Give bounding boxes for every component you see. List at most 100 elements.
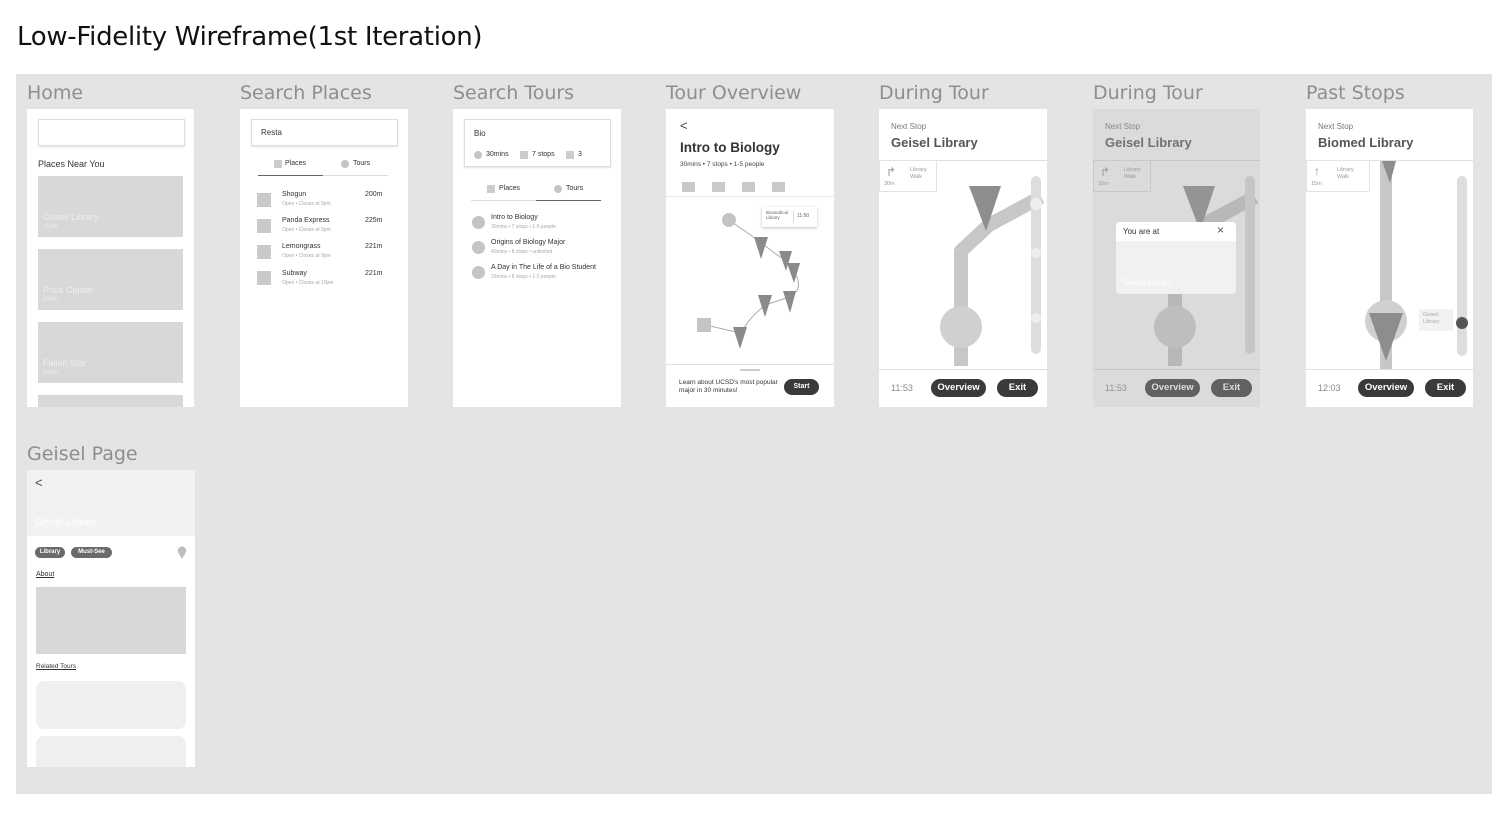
related-tour-card[interactable] — [36, 736, 186, 767]
stops-filter-icon — [520, 151, 528, 159]
result-name[interactable]: Lemongrass — [282, 243, 321, 250]
search-input[interactable]: Resta — [251, 119, 398, 146]
back-chevron-icon[interactable]: < — [35, 475, 43, 490]
turn-right-icon: ↱ — [886, 165, 897, 179]
place-card[interactable] — [38, 395, 183, 407]
result-thumbnail — [257, 245, 271, 259]
hero-title: Geisel Library — [35, 517, 97, 528]
stop-name: Geisel Library — [891, 135, 978, 150]
result-meta: Open • Closes at 9pm — [282, 253, 331, 259]
frame-label-during-tour: During Tour — [879, 82, 989, 104]
tour-description: Learn about UCSD's most popular major in… — [679, 379, 778, 394]
tour-title: Intro to Biology — [680, 140, 780, 155]
search-tours-frame: Bio 30mins 7 stops 3 Places Tours Intro … — [453, 109, 621, 407]
filter-duration[interactable]: 30mins — [486, 151, 509, 158]
tag-must-see[interactable]: Must-See — [71, 547, 112, 558]
search-box[interactable]: Bio 30mins 7 stops 3 — [464, 119, 611, 167]
exit-button[interactable]: Exit — [1425, 379, 1466, 397]
tour-result-name[interactable]: A Day in The Life of a Bio Student — [491, 264, 596, 271]
place-card-name: Geisel Library — [43, 212, 99, 222]
stop-popup[interactable]: Biomedical Library 11:50 — [762, 207, 817, 227]
current-time: 11:53 — [891, 383, 913, 393]
progress-stop — [1031, 248, 1041, 258]
geisel-page-frame: < Geisel Library Library Must-See About … — [27, 470, 195, 767]
tour-result-meta: 25mins • 8 stops • 1-2 people — [491, 274, 556, 280]
place-card-name: Price Center — [43, 285, 94, 295]
sheet-divider — [666, 364, 834, 365]
stop-popup-time: 11:50 — [797, 213, 810, 219]
filter-people[interactable]: 3 — [578, 151, 582, 158]
page-title: Low-Fidelity Wireframe(1st Iteration) — [17, 22, 483, 52]
result-distance: 221m — [365, 243, 383, 250]
result-thumbnail — [257, 271, 271, 285]
active-tab-underline — [536, 200, 601, 201]
stop-thumbnail[interactable] — [712, 182, 725, 192]
stop-thumbnail[interactable] — [772, 182, 785, 192]
direction-street: Library Walk — [1337, 167, 1354, 180]
tag-library[interactable]: Library — [35, 547, 65, 558]
navigation-map[interactable] — [1306, 161, 1473, 369]
stop-marker — [758, 295, 772, 317]
overview-button[interactable]: Overview — [931, 379, 986, 397]
progress-stop — [1030, 198, 1042, 210]
tour-result-name[interactable]: Intro to Biology — [491, 214, 538, 221]
place-card[interactable]: Fallen Star 400m — [38, 322, 183, 383]
result-distance: 225m — [365, 217, 383, 224]
tour-result-name[interactable]: Origins of Biology Major — [491, 239, 565, 246]
during-tour-modal-frame: Next Stop Geisel Library ↱ Library Walk … — [1093, 109, 1260, 407]
direction-distance: 15m — [1311, 181, 1322, 187]
overview-button[interactable]: Overview — [1358, 379, 1414, 397]
result-name[interactable]: Shogun — [282, 191, 306, 198]
search-input[interactable] — [38, 119, 185, 146]
next-stop-label: Next Stop — [891, 122, 927, 131]
current-location — [940, 306, 982, 348]
result-meta: Open • Closes at 9pm — [282, 201, 331, 207]
tab-tours[interactable]: Tours — [353, 160, 370, 167]
during-tour-frame: Next Stop Geisel Library ↱ Library Walk … — [879, 109, 1047, 407]
tours-tab-icon — [341, 160, 349, 168]
stop-popup-label: Biomedical Library — [766, 210, 789, 220]
stop-name: Biomed Library — [1318, 135, 1414, 150]
stop-thumbnail[interactable] — [742, 182, 755, 192]
back-chevron-icon[interactable]: < — [680, 118, 688, 133]
frame-label-search-tours: Search Tours — [453, 82, 575, 104]
arrival-modal: You are at × Geisel Library — [1116, 222, 1236, 294]
tab-tours[interactable]: Tours — [566, 185, 583, 192]
result-meta: Open • Closes at 9pm — [282, 227, 331, 233]
stop-marker — [754, 237, 768, 259]
location-pin-icon[interactable] — [177, 546, 187, 559]
tab-places[interactable]: Places — [499, 185, 520, 192]
active-tab-underline — [258, 175, 323, 176]
direction-street: Library Walk — [910, 167, 927, 180]
navigation-map[interactable] — [879, 161, 1047, 369]
stop-thumbnail[interactable] — [682, 182, 695, 192]
stop-marker — [783, 291, 796, 313]
filter-stops[interactable]: 7 stops — [532, 151, 555, 158]
place-card-distance: 400m — [43, 370, 59, 376]
people-filter-icon — [566, 151, 574, 159]
place-card[interactable]: Price Center 200m — [38, 249, 183, 310]
tour-meta: 30mins • 7 stops • 1-5 people — [680, 161, 765, 168]
result-meta: Open • Closes at 10pm — [282, 280, 334, 286]
progress-current — [1456, 317, 1468, 329]
tab-divider — [323, 175, 388, 176]
place-card-name: Fallen Star — [43, 358, 87, 368]
place-card-distance: 200m — [43, 297, 59, 303]
result-name[interactable]: Panda Express — [282, 217, 329, 224]
place-card[interactable]: Geisel Library x10m — [38, 176, 183, 237]
section-heading: Places Near You — [38, 159, 105, 169]
result-distance: 221m — [365, 270, 383, 277]
past-stops-frame: Next Stop Biomed Library Geisel Library … — [1306, 109, 1473, 407]
exit-button[interactable]: Exit — [997, 379, 1038, 397]
close-icon[interactable]: × — [1217, 223, 1224, 237]
tour-icon — [472, 241, 485, 254]
frame-label-past-stops: Past Stops — [1306, 82, 1405, 104]
related-tour-card[interactable] — [36, 681, 186, 729]
tab-places[interactable]: Places — [285, 160, 306, 167]
next-stop-label: Next Stop — [1318, 122, 1354, 131]
result-name[interactable]: Subway — [282, 270, 307, 277]
map-stop-name: Geisel Library — [1423, 312, 1440, 325]
tour-icon — [472, 216, 485, 229]
drag-handle[interactable] — [740, 369, 760, 371]
start-button[interactable]: Start — [784, 379, 819, 395]
